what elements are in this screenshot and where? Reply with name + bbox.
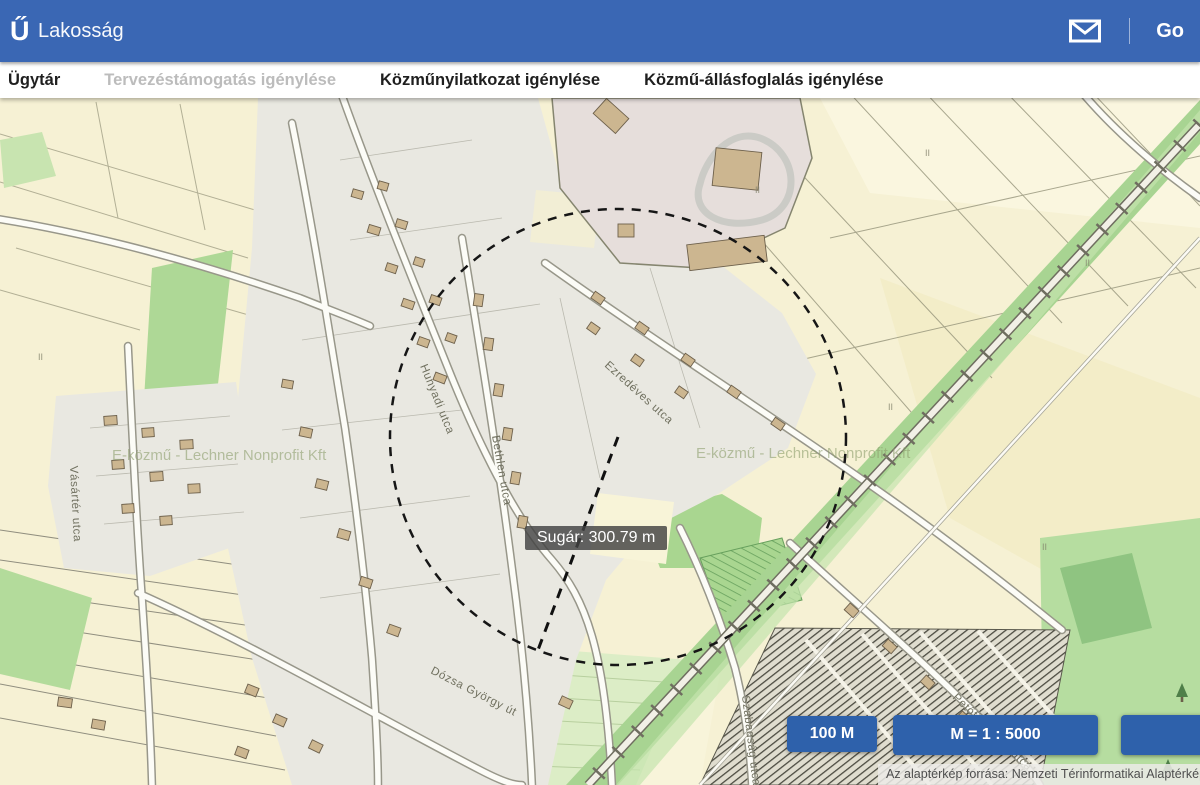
- tab-tervezestamogatas: Tervezéstámogatás igénylése: [104, 71, 336, 90]
- base-map: II II II II II II Hunyadi utca Bethlen u…: [0, 98, 1200, 785]
- tab-kozmu-allasfoglalas[interactable]: Közmű-állásfoglalás igénylése: [644, 71, 883, 90]
- svg-text:II: II: [1085, 258, 1090, 268]
- app-logo-label: Lakosság: [38, 20, 124, 43]
- envelope-icon[interactable]: [1069, 19, 1101, 43]
- tab-bar: Ügytár Tervezéstámogatás igénylése Közmű…: [0, 62, 1200, 98]
- header-divider: [1129, 18, 1130, 44]
- radius-tooltip: Sugár: 300.79 m: [525, 526, 667, 550]
- map-canvas[interactable]: II II II II II II Hunyadi utca Bethlen u…: [0, 98, 1200, 785]
- map-attribution: Az alaptérkép forrása: Nemzeti Térinform…: [878, 764, 1200, 785]
- svg-text:II: II: [38, 352, 43, 362]
- svg-text:II: II: [925, 148, 930, 158]
- header-account-link[interactable]: Go: [1156, 20, 1184, 43]
- svg-text:II: II: [888, 402, 893, 412]
- tab-kozmunyilatkozat[interactable]: Közműnyilatkozat igénylése: [380, 71, 600, 90]
- watermark-left: E-közmű - Lechner Nonprofit Kft: [112, 447, 327, 464]
- scale-ratio-button[interactable]: M = 1 : 5000: [893, 715, 1098, 755]
- watermark-right: E-közmű - Lechner Nonprofit Kft: [696, 445, 911, 462]
- scale-bar-button[interactable]: 100 M: [787, 716, 877, 752]
- svg-text:II: II: [1042, 542, 1047, 552]
- svg-text:II: II: [755, 185, 760, 195]
- cropped-map-button[interactable]: [1121, 715, 1200, 755]
- app-header: Ű Lakosság Go: [0, 0, 1200, 62]
- tab-ugytar[interactable]: Ügytár: [8, 71, 60, 90]
- app-logo: Ű: [10, 16, 30, 47]
